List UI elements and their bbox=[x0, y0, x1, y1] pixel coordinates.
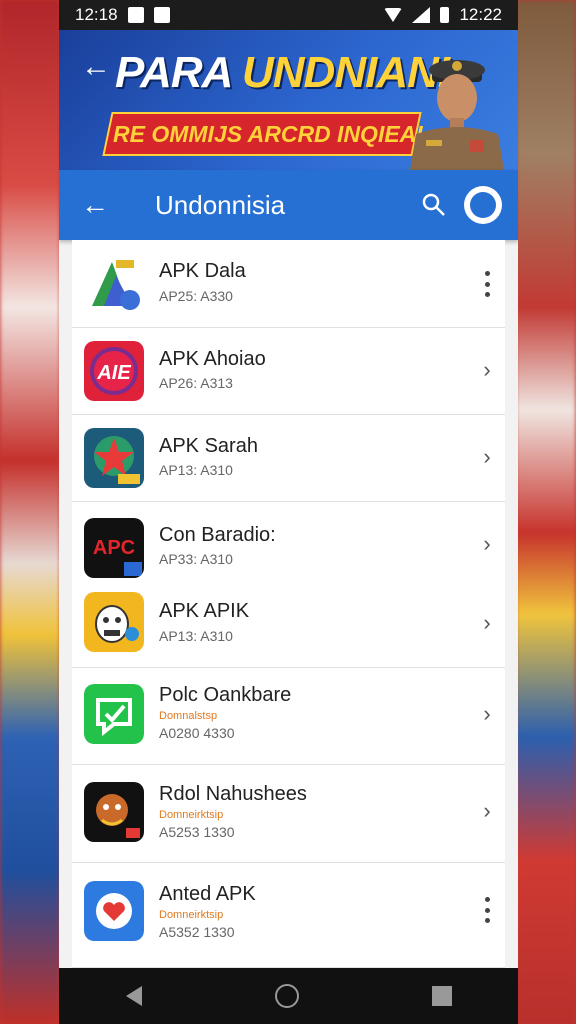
list-item[interactable]: Anted APK Domneirktsip A5352 1330 bbox=[72, 863, 505, 968]
list-item[interactable]: APK Dala AP25: A330 bbox=[72, 240, 505, 328]
character-logo-icon bbox=[84, 782, 144, 842]
app-tag: Domneirktsip bbox=[159, 909, 224, 921]
more-options-icon[interactable] bbox=[483, 271, 491, 297]
banner-back-icon[interactable]: ← bbox=[81, 52, 111, 82]
battery-icon bbox=[440, 7, 450, 23]
app-tag: Domneirktsip bbox=[159, 809, 224, 821]
background-left-flag bbox=[0, 0, 60, 1024]
status-bar: 12:18 12:22 bbox=[59, 0, 518, 30]
notification-icon bbox=[127, 7, 144, 23]
app-list: APK Dala AP25: A330 AIE APK Ahoiao AP26:… bbox=[72, 240, 505, 968]
search-icon[interactable] bbox=[420, 191, 448, 219]
status-time-right: 12:22 bbox=[459, 5, 502, 24]
app-sub: A0280 4330 bbox=[159, 725, 235, 741]
app-sub: AP13: A310 bbox=[159, 628, 233, 644]
app-sub: A5253 1330 bbox=[159, 824, 235, 840]
app-name: Anted APK bbox=[159, 883, 256, 905]
list-item[interactable]: APK Sarah AP13: A310 › bbox=[72, 415, 505, 502]
heart-logo-icon bbox=[84, 881, 144, 941]
app-bar-title: Undonnisia bbox=[155, 189, 286, 220]
chevron-right-icon[interactable]: › bbox=[479, 446, 495, 468]
app-sub: AP13: A310 bbox=[159, 462, 233, 478]
photo-icon bbox=[153, 7, 170, 23]
face-logo-icon bbox=[84, 592, 144, 652]
more-options-icon[interactable] bbox=[483, 897, 491, 923]
app-sub: AP33: A310 bbox=[159, 551, 233, 567]
nav-home-icon[interactable] bbox=[274, 984, 299, 1008]
svg-text:AIE: AIE bbox=[96, 362, 131, 384]
list-item[interactable]: APC Con Baradio: AP33: A310 › APK APIK A… bbox=[72, 502, 505, 668]
system-nav-bar bbox=[59, 968, 518, 1024]
triangle-logo-icon bbox=[84, 254, 144, 314]
banner-title-white: PARA bbox=[115, 48, 242, 97]
chevron-right-icon[interactable]: › bbox=[479, 533, 495, 555]
nav-recents-icon[interactable] bbox=[431, 986, 452, 1006]
star-logo-icon bbox=[84, 428, 144, 488]
chevron-right-icon[interactable]: › bbox=[479, 612, 495, 634]
chat-logo-icon bbox=[84, 684, 144, 744]
apc-logo-icon: APC bbox=[84, 518, 144, 578]
chevron-right-icon[interactable]: › bbox=[479, 359, 495, 381]
chevron-right-icon[interactable]: › bbox=[479, 703, 495, 725]
list-item[interactable]: Rdol Nahushees Domneirktsip A5253 1330 › bbox=[72, 765, 505, 863]
list-item[interactable]: AIE APK Ahoiao AP26: A313 › bbox=[72, 328, 505, 415]
wifi-icon bbox=[384, 8, 403, 22]
list-item[interactable]: Polc Oankbare Domnalstsp A0280 4330 › bbox=[72, 668, 505, 765]
app-sub: A5352 1330 bbox=[159, 924, 235, 940]
app-name: Rdol Nahushees bbox=[159, 783, 307, 805]
profile-avatar-inner bbox=[470, 192, 496, 218]
signal-icon bbox=[412, 7, 431, 23]
app-name: APK Dala bbox=[159, 260, 246, 282]
app-name: Con Baradio: bbox=[159, 524, 276, 546]
app-name: APK Ahoiao bbox=[159, 348, 266, 370]
app-sub: AP25: A330 bbox=[159, 288, 233, 304]
banner-title: PARA UNDNIANI bbox=[115, 48, 450, 98]
phone-screen: 12:18 12:22 ← PARA UNDNIANI RE OMMIJS AR… bbox=[59, 0, 518, 1024]
banner-ribbon-text: RE OMMIJS ARCRD INQIEAI bbox=[113, 121, 423, 147]
app-name: APK APIK bbox=[159, 600, 250, 622]
app-name: Polc Oankbare bbox=[159, 684, 292, 706]
aie-logo-icon: AIE bbox=[84, 341, 144, 401]
chevron-right-icon[interactable]: › bbox=[479, 800, 495, 822]
app-bar: ← Undonnisia bbox=[59, 170, 518, 240]
app-sub: AP26: A313 bbox=[159, 375, 233, 391]
promo-banner[interactable]: ← PARA UNDNIANI RE OMMIJS ARCRD INQIEAI bbox=[59, 30, 518, 170]
background-right-flag bbox=[516, 0, 576, 1024]
app-tag: Domnalstsp bbox=[159, 710, 218, 722]
profile-avatar-icon[interactable] bbox=[464, 186, 502, 224]
status-time-left: 12:18 bbox=[75, 5, 118, 24]
back-arrow-icon[interactable]: ← bbox=[81, 191, 109, 219]
officer-illustration bbox=[410, 60, 504, 170]
nav-back-icon[interactable] bbox=[125, 986, 142, 1006]
app-name: APK Sarah bbox=[159, 435, 258, 457]
svg-text:APC: APC bbox=[93, 537, 135, 559]
